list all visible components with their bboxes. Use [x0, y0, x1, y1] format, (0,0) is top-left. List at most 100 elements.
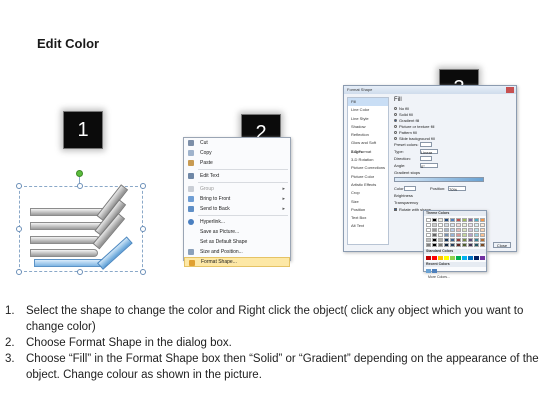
category-item[interactable]: Alt Text	[348, 222, 388, 230]
color-swatch[interactable]	[426, 228, 431, 232]
color-swatch[interactable]	[444, 233, 449, 237]
color-picker-button[interactable]	[404, 186, 416, 191]
color-swatch[interactable]	[432, 218, 437, 222]
gradient-stops-bar[interactable]	[394, 177, 484, 182]
color-swatch[interactable]	[444, 243, 449, 247]
category-item[interactable]: Picture Color	[348, 173, 388, 181]
preset-colors-button[interactable]	[420, 142, 432, 147]
category-item[interactable]: Text Box	[348, 214, 388, 222]
color-swatch[interactable]	[444, 218, 449, 222]
menu-item-edit-text[interactable]: Edit Text	[184, 171, 290, 181]
color-swatch[interactable]	[468, 256, 473, 260]
color-swatch[interactable]	[426, 243, 431, 247]
radio-button[interactable]	[394, 112, 397, 116]
category-item[interactable]: Line Color	[348, 106, 388, 114]
menu-item-size-position[interactable]: Size and Position...	[184, 247, 290, 257]
menu-item-group[interactable]: Group ▸	[184, 184, 290, 194]
category-item[interactable]: Artistic Effects	[348, 181, 388, 189]
menu-item-cut[interactable]: Cut	[184, 138, 290, 148]
color-swatch[interactable]	[432, 256, 437, 260]
color-swatch[interactable]	[480, 223, 485, 227]
close-button[interactable]: Close	[493, 242, 511, 248]
radio-button[interactable]	[394, 106, 397, 110]
color-swatch[interactable]	[468, 243, 473, 247]
category-item[interactable]: Picture Corrections	[348, 164, 388, 172]
color-swatch[interactable]	[426, 256, 431, 260]
color-swatch[interactable]	[468, 233, 473, 237]
menu-item-paste[interactable]: Paste	[184, 158, 290, 168]
radio-button[interactable]	[394, 130, 397, 134]
rotation-handle[interactable]	[76, 170, 83, 177]
color-swatch[interactable]	[450, 228, 455, 232]
color-swatch[interactable]	[474, 243, 479, 247]
color-swatch[interactable]	[438, 223, 443, 227]
color-swatch[interactable]	[432, 223, 437, 227]
resize-handle[interactable]	[77, 183, 83, 189]
color-swatch[interactable]	[468, 223, 473, 227]
color-swatch[interactable]	[426, 233, 431, 237]
menu-item-save-as-picture[interactable]: Save as Picture...	[184, 227, 290, 237]
color-swatch[interactable]	[468, 228, 473, 232]
color-swatch[interactable]	[438, 238, 443, 242]
color-swatch[interactable]	[432, 238, 437, 242]
resize-handle[interactable]	[16, 183, 22, 189]
color-swatch[interactable]	[468, 238, 473, 242]
color-swatch[interactable]	[426, 269, 431, 273]
radio-button[interactable]	[394, 136, 397, 140]
color-swatch[interactable]	[474, 218, 479, 222]
color-swatch[interactable]	[462, 218, 467, 222]
color-swatch[interactable]	[474, 233, 479, 237]
color-swatch[interactable]	[474, 256, 479, 260]
close-icon[interactable]	[506, 87, 514, 93]
color-swatch[interactable]	[462, 223, 467, 227]
color-swatch[interactable]	[462, 256, 467, 260]
angle-input[interactable]: 0°	[420, 163, 438, 169]
color-swatch[interactable]	[474, 228, 479, 232]
category-fill[interactable]: Fill	[348, 98, 388, 107]
category-item[interactable]: Line Style	[348, 115, 388, 123]
color-swatch[interactable]	[480, 228, 485, 232]
color-swatch[interactable]	[438, 243, 443, 247]
resize-handle[interactable]	[140, 183, 146, 189]
color-swatch[interactable]	[444, 228, 449, 232]
color-swatch[interactable]	[450, 218, 455, 222]
color-swatch[interactable]	[456, 256, 461, 260]
color-swatch[interactable]	[480, 233, 485, 237]
resize-handle[interactable]	[16, 269, 22, 275]
radio-button[interactable]	[394, 124, 397, 128]
category-item[interactable]: Glow and Soft Edges	[348, 139, 388, 153]
color-swatch[interactable]	[426, 223, 431, 227]
position-input[interactable]: 70%	[448, 186, 466, 192]
color-swatch[interactable]	[480, 218, 485, 222]
color-swatch[interactable]	[432, 228, 437, 232]
resize-handle[interactable]	[140, 226, 146, 232]
color-swatch[interactable]	[474, 238, 479, 242]
color-swatch[interactable]	[432, 233, 437, 237]
color-swatch[interactable]	[474, 223, 479, 227]
category-item[interactable]: Crop	[348, 189, 388, 197]
color-swatch[interactable]	[456, 238, 461, 242]
color-swatch[interactable]	[432, 269, 437, 273]
category-item[interactable]: Shadow	[348, 123, 388, 131]
type-select[interactable]: Linear	[420, 149, 438, 155]
menu-item-hyperlink[interactable]: Hyperlink...	[184, 217, 290, 227]
color-swatch[interactable]	[462, 238, 467, 242]
more-colors-link[interactable]: More Colors...	[424, 275, 486, 280]
color-swatch[interactable]	[480, 243, 485, 247]
color-swatch[interactable]	[438, 228, 443, 232]
menu-item-copy[interactable]: Copy	[184, 148, 290, 158]
category-item[interactable]: Position	[348, 206, 388, 214]
resize-handle[interactable]	[140, 269, 146, 275]
color-swatch[interactable]	[444, 256, 449, 260]
color-swatch[interactable]	[456, 223, 461, 227]
color-swatch[interactable]	[450, 256, 455, 260]
color-swatch[interactable]	[480, 256, 485, 260]
color-swatch[interactable]	[426, 238, 431, 242]
color-swatch[interactable]	[432, 243, 437, 247]
color-swatch[interactable]	[444, 223, 449, 227]
color-swatch[interactable]	[444, 238, 449, 242]
color-swatch[interactable]	[468, 218, 473, 222]
menu-item-send-to-back[interactable]: Send to Back ▸	[184, 204, 290, 214]
color-swatch[interactable]	[456, 228, 461, 232]
color-swatch[interactable]	[456, 233, 461, 237]
